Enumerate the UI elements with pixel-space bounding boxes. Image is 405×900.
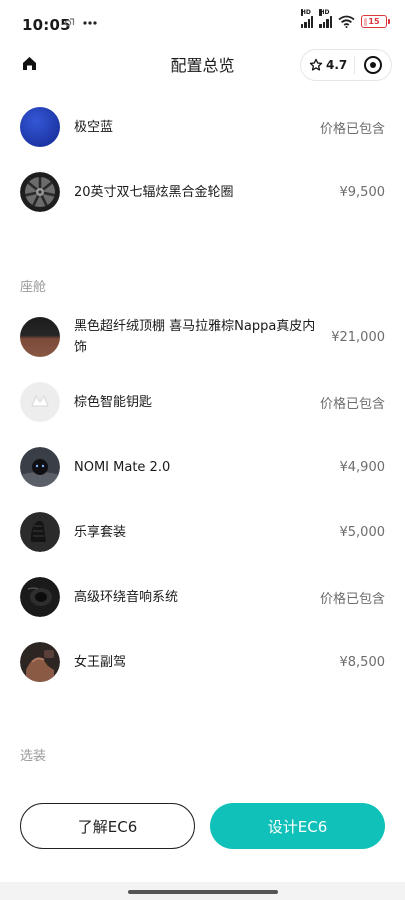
config-item-nomi[interactable]: NOMI Mate 2.0 ¥4,900 [0, 439, 405, 495]
item-price: ¥21,000 [331, 329, 385, 345]
wifi-icon [338, 15, 355, 28]
status-bar: 10:05 HD HD 15 [0, 0, 405, 46]
seat-package-icon [20, 512, 60, 552]
learn-ec6-button[interactable]: 了解EC6 [20, 803, 195, 849]
nomi-device-icon [20, 447, 60, 487]
item-name: 棕色智能钥匙 [74, 394, 153, 410]
section-title-options: 选装 [20, 749, 47, 764]
item-price: 价格已包含 [319, 591, 385, 607]
item-price: 价格已包含 [319, 396, 385, 412]
close-target-button[interactable] [355, 50, 391, 80]
passenger-seat-icon [20, 642, 60, 682]
config-item-wheel[interactable]: 20英寸双七辐炫黑合金轮圈 ¥9,500 [0, 164, 405, 220]
battery-icon: 15 [361, 15, 390, 28]
home-icon[interactable] [21, 55, 38, 72]
battery-percent: 15 [368, 17, 380, 26]
speaker-icon [20, 577, 60, 617]
item-price: 价格已包含 [319, 121, 385, 137]
nav-header: 配置总览 4.7 [0, 46, 405, 82]
status-left-icons [64, 17, 97, 28]
item-name: 20英寸双七辐炫黑合金轮圈 [74, 184, 234, 200]
wheel-rim-icon [20, 172, 60, 212]
status-right-icons: HD HD 15 [300, 9, 390, 28]
item-name: 极空蓝 [74, 119, 114, 135]
signal-icon: HD [300, 9, 314, 28]
item-price: ¥5,000 [339, 524, 386, 540]
battery-level [363, 17, 368, 26]
target-icon [364, 56, 382, 74]
interior-swatch-icon [20, 317, 60, 357]
gallery-icon [64, 18, 75, 27]
item-name: NOMI Mate 2.0 [74, 459, 171, 475]
section-title-cabin: 座舱 [20, 280, 47, 295]
signal-icon: HD [319, 9, 332, 28]
home-indicator[interactable] [128, 890, 278, 894]
rating-value: 4.7 [326, 58, 348, 72]
mini-program-capsule: 4.7 [300, 49, 392, 81]
network-label: HD [300, 9, 311, 16]
more-dots-icon [83, 20, 97, 25]
item-name: 女王副驾 [74, 654, 127, 670]
item-price: ¥4,900 [339, 459, 386, 475]
config-item-interior[interactable]: 黑色超纤绒顶棚 喜马拉雅棕Nappa真皮内饰 ¥21,000 [0, 309, 405, 365]
design-ec6-button[interactable]: 设计EC6 [210, 803, 385, 849]
config-item-passenger-seat[interactable]: 女王副驾 ¥8,500 [0, 634, 405, 690]
network-label: HD [319, 9, 330, 16]
item-name: 乐享套装 [74, 524, 127, 540]
rating-button[interactable]: 4.7 [301, 50, 354, 80]
color-swatch-blue-icon [20, 107, 60, 147]
smart-key-icon [20, 382, 60, 422]
config-item-audio[interactable]: 高级环绕音响系统 价格已包含 [0, 569, 405, 625]
config-item-smart-key[interactable]: 棕色智能钥匙 价格已包含 [0, 374, 405, 430]
config-item-color[interactable]: 极空蓝 价格已包含 [0, 99, 405, 155]
star-icon [309, 58, 323, 71]
item-price: ¥8,500 [339, 654, 386, 670]
item-price: ¥9,500 [339, 184, 386, 200]
item-name: 黑色超纤绒顶棚 喜马拉雅棕Nappa真皮内饰 [74, 319, 316, 355]
config-item-package[interactable]: 乐享套装 ¥5,000 [0, 504, 405, 560]
item-name: 高级环绕音响系统 [74, 589, 179, 605]
